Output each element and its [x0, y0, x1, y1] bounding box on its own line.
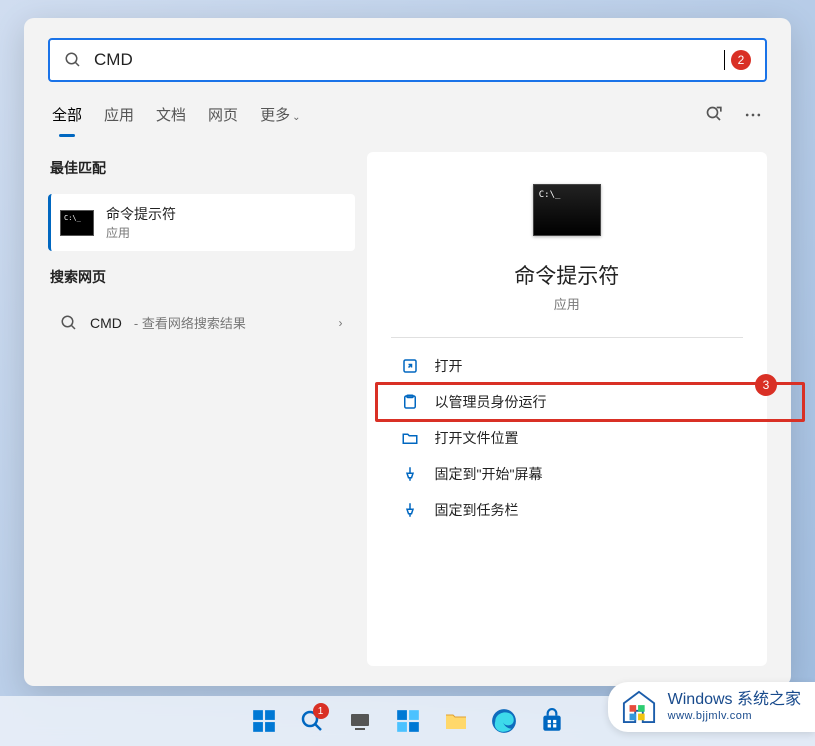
watermark-title: Windows 系统之家	[668, 691, 801, 709]
action-pin-start[interactable]: 固定到"开始"屏幕	[391, 456, 743, 492]
watermark-logo-icon	[620, 690, 658, 724]
store-icon	[539, 708, 565, 734]
task-view-icon	[348, 709, 372, 733]
chevron-down-icon: ⌄	[292, 112, 300, 123]
cmd-icon-large	[533, 184, 601, 236]
section-best-match: 最佳匹配	[48, 152, 355, 184]
taskbar-widgets[interactable]	[388, 701, 428, 741]
results-column: 最佳匹配 命令提示符 应用 搜索网页 CMD - 查看网络搜索结果 ›	[48, 152, 355, 666]
taskbar-store[interactable]	[532, 701, 572, 741]
edge-icon	[491, 708, 517, 734]
result-title: 命令提示符	[106, 204, 176, 224]
watermark: Windows 系统之家 www.bjjmlv.com	[608, 682, 815, 732]
cmd-icon	[60, 210, 94, 236]
search-input[interactable]: CMD	[94, 50, 724, 70]
web-result-query: CMD	[90, 315, 122, 331]
app-type: 应用	[554, 294, 580, 313]
admin-shield-icon	[401, 393, 419, 411]
open-icon	[401, 357, 419, 375]
detail-pane: 命令提示符 应用 打开 3 以管理员身份运行 打开文件位置	[367, 152, 767, 666]
taskbar-search[interactable]: 1	[292, 701, 332, 741]
tab-apps[interactable]: 应用	[104, 104, 134, 137]
more-options-icon[interactable]	[743, 105, 763, 125]
pin-icon	[401, 501, 419, 519]
action-run-admin[interactable]: 3 以管理员身份运行	[391, 384, 743, 420]
tab-docs[interactable]: 文档	[156, 104, 186, 137]
section-search-web: 搜索网页	[48, 261, 355, 293]
tab-all[interactable]: 全部	[52, 104, 82, 137]
taskbar-search-badge: 1	[313, 703, 329, 719]
tab-more[interactable]: 更多⌄	[260, 104, 300, 137]
callout-badge-3: 3	[755, 374, 777, 396]
divider	[391, 337, 743, 338]
tabs-row: 全部 应用 文档 网页 更多⌄	[48, 104, 767, 138]
action-open[interactable]: 打开	[391, 348, 743, 384]
tabs: 全部 应用 文档 网页 更多⌄	[52, 104, 300, 137]
taskbar-edge[interactable]	[484, 701, 524, 741]
tab-web[interactable]: 网页	[208, 104, 238, 137]
action-open-location[interactable]: 打开文件位置	[391, 420, 743, 456]
search-icon	[60, 314, 78, 332]
chevron-right-icon: ›	[339, 316, 343, 330]
best-match-result[interactable]: 命令提示符 应用	[48, 194, 355, 251]
watermark-url: www.bjjmlv.com	[668, 710, 801, 723]
web-result-suffix: - 查看网络搜索结果	[134, 313, 246, 332]
start-button[interactable]	[244, 701, 284, 741]
text-cursor	[724, 50, 725, 70]
result-subtitle: 应用	[106, 224, 176, 241]
taskbar-explorer[interactable]	[436, 701, 476, 741]
search-panel: CMD 2 全部 应用 文档 网页 更多⌄ 最佳匹配 命令提示符	[24, 18, 791, 686]
callout-badge-2: 2	[731, 50, 751, 70]
folder-icon	[443, 709, 469, 733]
action-list: 打开 3 以管理员身份运行 打开文件位置 固定到"开始"屏幕	[391, 348, 743, 528]
app-name: 命令提示符	[514, 260, 619, 290]
search-box[interactable]: CMD 2	[48, 38, 767, 82]
widgets-icon	[395, 708, 421, 734]
windows-icon	[251, 708, 277, 734]
taskbar-task-view[interactable]	[340, 701, 380, 741]
action-pin-taskbar[interactable]: 固定到任务栏	[391, 492, 743, 528]
web-search-result[interactable]: CMD - 查看网络搜索结果 ›	[48, 303, 355, 342]
result-text: 命令提示符 应用	[106, 204, 176, 241]
search-icon	[64, 51, 82, 69]
folder-icon	[401, 429, 419, 447]
search-on-web-icon[interactable]	[705, 105, 725, 125]
pin-icon	[401, 465, 419, 483]
